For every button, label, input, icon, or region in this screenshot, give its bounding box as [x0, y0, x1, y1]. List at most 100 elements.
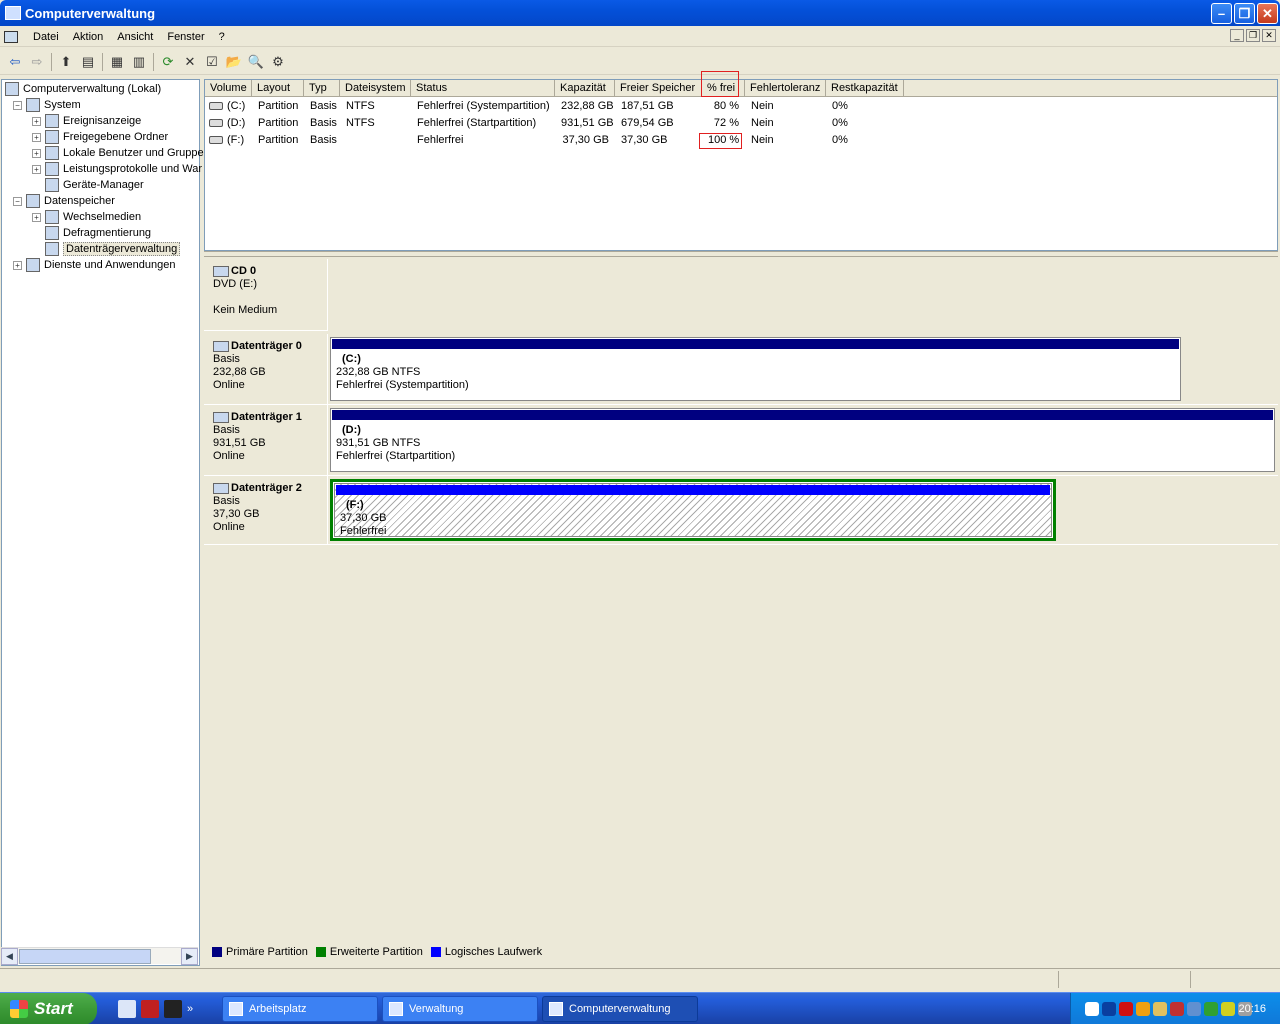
close-button[interactable]: ✕ — [1257, 3, 1278, 24]
tree-item[interactable]: Defragmentierung — [32, 225, 151, 241]
settings-icon[interactable]: ⚙ — [267, 52, 289, 72]
tree-item[interactable]: Geräte-Manager — [32, 177, 144, 193]
column-header[interactable]: Fehlertoleranz — [745, 80, 826, 97]
partition-block[interactable]: (D:) 931,51 GB NTFS Fehlerfrei (Startparti… — [330, 408, 1275, 472]
tree-item[interactable]: + Ereignisanzeige — [32, 113, 141, 129]
chevron-left-icon[interactable] — [1102, 1002, 1116, 1016]
disk-info[interactable]: CD 0 DVD (E:) Kein Medium — [206, 259, 328, 331]
menu-ansicht[interactable]: Ansicht — [110, 31, 160, 43]
minimize-button[interactable]: – — [1211, 3, 1232, 24]
tree-item[interactable]: Computerverwaltung (Lokal) — [5, 81, 161, 97]
media-icon[interactable] — [164, 1000, 182, 1018]
column-header[interactable]: Kapazität — [555, 80, 615, 97]
column-header[interactable]: Freier Speicher — [615, 80, 702, 97]
mdi-restore-button[interactable]: ❐ — [1246, 29, 1260, 42]
disk-graphical-view: CD 0 DVD (E:) Kein Medium Datenträger 0 Basi… — [204, 257, 1278, 943]
search-icon[interactable]: 🔍 — [245, 52, 267, 72]
table-row[interactable]: (D:) Partition Basis NTFS Fehlerfrei (Startp… — [205, 115, 1277, 132]
partition-container[interactable]: (F:) 37,30 GB Fehlerfrei — [330, 479, 1056, 541]
console-tree: Computerverwaltung (Lokal) − System + Ereign… — [1, 79, 204, 966]
column-header[interactable]: Dateisystem — [340, 80, 411, 97]
disk-info[interactable]: Datenträger 1 Basis 931,51 GB Online — [206, 405, 328, 476]
disk-row[interactable]: Datenträger 0 Basis 232,88 GB Online (C:) 232… — [204, 334, 1278, 405]
check-icon[interactable]: ☑ — [201, 52, 223, 72]
tree-item[interactable]: − System — [13, 97, 81, 113]
tree-item[interactable]: Datenträgerverwaltung — [32, 241, 181, 257]
menu-aktion[interactable]: Aktion — [66, 31, 111, 43]
column-header[interactable]: Status — [411, 80, 555, 97]
explorer-icon[interactable] — [118, 1000, 136, 1018]
network-tray-icon[interactable] — [1136, 1002, 1150, 1016]
quick-launch-more-icon[interactable]: » — [187, 1000, 197, 1018]
menu-help[interactable]: ? — [212, 31, 232, 43]
disk-row[interactable]: Datenträger 2 Basis 37,30 GB Online (F:) 37,3… — [204, 476, 1278, 545]
column-header[interactable]: Volume — [205, 80, 252, 97]
disk-row[interactable]: CD 0 DVD (E:) Kein Medium — [204, 259, 1278, 331]
expand-toggle-icon[interactable]: + — [32, 116, 41, 126]
volume-tray-icon[interactable] — [1153, 1002, 1167, 1016]
taskbar-button[interactable]: Arbeitsplatz — [222, 996, 378, 1022]
open-folder-icon[interactable]: 📂 — [223, 52, 245, 72]
delete-icon[interactable]: ✕ — [179, 52, 201, 72]
menu-datei[interactable]: Datei — [26, 31, 66, 43]
disk-row[interactable]: Datenträger 1 Basis 931,51 GB Online (D:) 931… — [204, 405, 1278, 476]
taskbar-button[interactable]: Verwaltung — [382, 996, 538, 1022]
column-header[interactable]: Restkapazität — [826, 80, 904, 97]
tree-item[interactable]: + Freigegebene Ordner — [32, 129, 168, 145]
expand-toggle-icon[interactable]: + — [32, 212, 41, 222]
expand-toggle-icon[interactable]: − — [13, 196, 22, 206]
menu-fenster[interactable]: Fenster — [160, 31, 211, 43]
taskbar-button[interactable]: Computerverwaltung — [542, 996, 698, 1022]
table-cell: (D:) — [227, 117, 246, 129]
disk-info[interactable]: Datenträger 0 Basis 232,88 GB Online — [206, 334, 328, 405]
shield-tray-icon[interactable] — [1187, 1002, 1201, 1016]
properties-icon[interactable]: ▦ — [106, 52, 128, 72]
scroll-right-icon[interactable]: ▶ — [181, 947, 198, 965]
help-tray-icon[interactable] — [1085, 1002, 1099, 1016]
tree-node-icon — [45, 210, 59, 224]
table-cell: Nein — [751, 134, 774, 146]
partition-block[interactable]: (C:) 232,88 GB NTFS Fehlerfrei (Systempart… — [330, 337, 1181, 401]
table-cell: Basis — [310, 100, 337, 112]
tree-item[interactable]: + Dienste und Anwendungen — [13, 257, 176, 273]
start-button[interactable]: Start — [0, 993, 97, 1024]
scroll-left-icon[interactable]: ◀ — [1, 947, 18, 965]
table-cell: Nein — [751, 117, 774, 129]
expand-toggle-icon[interactable]: + — [32, 148, 41, 158]
acrobat-icon[interactable] — [141, 1000, 159, 1018]
partition-container[interactable]: (D:) 931,51 GB NTFS Fehlerfrei (Startparti… — [330, 408, 1275, 472]
expand-toggle-icon[interactable]: − — [13, 100, 22, 110]
partition-container[interactable]: (C:) 232,88 GB NTFS Fehlerfrei (Systempart… — [330, 337, 1181, 401]
tree-item-label: System — [44, 99, 81, 111]
forward-arrow-icon[interactable]: ⇨ — [26, 52, 48, 72]
ati-tray-icon[interactable] — [1119, 1002, 1133, 1016]
expand-toggle-icon[interactable]: + — [13, 260, 22, 270]
antivirus-tray-icon[interactable] — [1170, 1002, 1184, 1016]
back-arrow-icon[interactable]: ⇦ — [4, 52, 26, 72]
mdi-close-button[interactable]: ✕ — [1262, 29, 1276, 42]
refresh-icon[interactable]: ⟳ — [157, 52, 179, 72]
up-folder-icon[interactable]: ⬆ — [55, 52, 77, 72]
column-header[interactable]: Layout — [252, 80, 304, 97]
disk-info[interactable]: Datenträger 2 Basis 37,30 GB Online — [206, 476, 328, 545]
help-pane-icon[interactable]: ▥ — [128, 52, 150, 72]
column-header[interactable]: Typ — [304, 80, 340, 97]
tree-node-icon — [45, 146, 59, 160]
partition-block[interactable]: (F:) 37,30 GB Fehlerfrei — [334, 483, 1052, 537]
tree-item[interactable]: + Lokale Benutzer und Gruppe — [32, 145, 204, 161]
scroll-thumb[interactable] — [19, 948, 151, 964]
tree-item[interactable]: + Wechselmedien — [32, 209, 141, 225]
show-tree-icon[interactable]: ▤ — [77, 52, 99, 72]
maximize-button[interactable]: ❐ — [1234, 3, 1255, 24]
update-tray-icon[interactable] — [1204, 1002, 1218, 1016]
disk-name: Datenträger 1 — [231, 411, 302, 423]
table-row[interactable]: (C:) Partition Basis NTFS Fehlerfrei (System… — [205, 98, 1277, 115]
tree-item[interactable]: + Leistungsprotokolle und War — [32, 161, 202, 177]
tree-item[interactable]: − Datenspeicher — [13, 193, 115, 209]
mdi-minimize-button[interactable]: _ — [1230, 29, 1244, 42]
expand-toggle-icon[interactable]: + — [32, 132, 41, 142]
tree-horizontal-scrollbar[interactable]: ◀ ▶ — [1, 947, 198, 965]
app-menu-icon[interactable] — [4, 30, 18, 43]
pen-tray-icon[interactable] — [1221, 1002, 1235, 1016]
expand-toggle-icon[interactable]: + — [32, 164, 41, 174]
